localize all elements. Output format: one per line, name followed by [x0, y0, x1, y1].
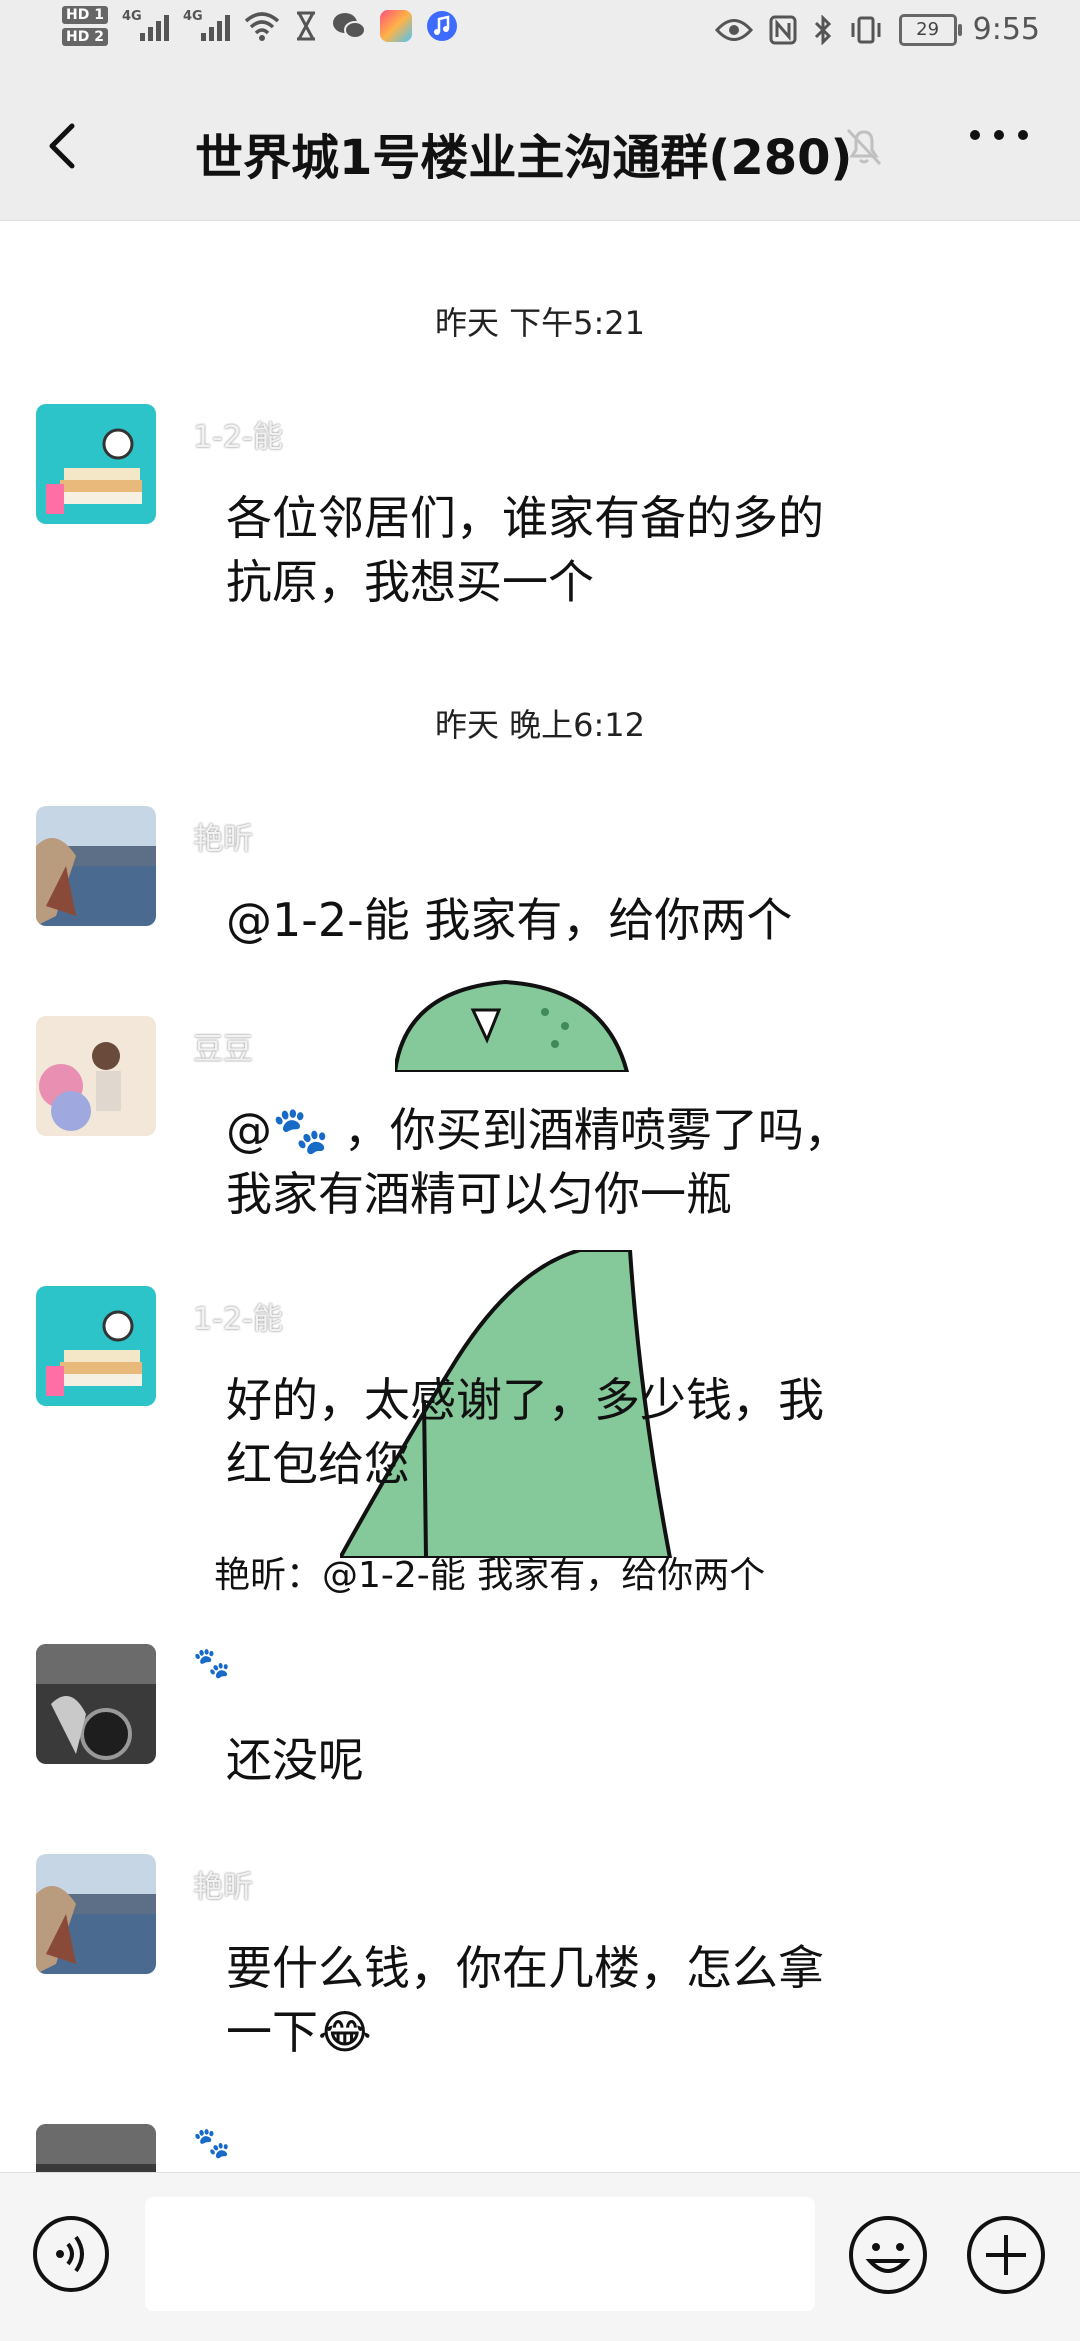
nfc-icon [769, 15, 797, 44]
vibrate-icon [851, 16, 881, 43]
message-input[interactable] [145, 2197, 815, 2311]
sticker-image [395, 980, 630, 1072]
sender-name: 🐾 [193, 2126, 231, 2161]
bluetooth-icon [814, 14, 831, 45]
sender-name: 豆豆 [193, 1032, 253, 1067]
message-text[interactable]: 抗原，我想买一个 [226, 550, 594, 614]
network-type-2: 4G [182, 9, 203, 24]
status-right: 29 9:55 [714, 12, 1040, 47]
message-text[interactable]: @🐾 ，你买到酒精喷雾了吗， [226, 1098, 850, 1162]
avatar[interactable] [36, 1854, 156, 1974]
message-text[interactable]: @1-2-能 我家有，给你两个 [226, 888, 792, 952]
status-bar: HD 1 HD 2 4G 4G 29 9:55 [0, 0, 1080, 72]
avatar[interactable] [36, 2124, 156, 2172]
chat-area[interactable]: 昨天 下午5:21 1-2-能 各位邻居们，谁家有备的多的 抗原，我想买一个 昨… [0, 220, 1080, 2172]
avatar[interactable] [36, 1016, 156, 1136]
avatar[interactable] [36, 1644, 156, 1764]
sim1-label: HD 1 [62, 6, 108, 24]
chat-header: 世界城1号楼业主沟通群(280) [0, 72, 1080, 221]
bell-muted-icon [846, 128, 882, 166]
status-left: HD 1 HD 2 4G 4G [62, 6, 458, 46]
sender-name: 🐾 [193, 1646, 231, 1681]
input-bar [0, 2172, 1080, 2341]
message-text[interactable]: 红包给您 [226, 1432, 410, 1496]
hourglass-icon [296, 11, 315, 41]
battery-icon: 29 [898, 13, 962, 46]
emoji-icon[interactable] [848, 2215, 928, 2295]
message-text[interactable]: 一下😂 [226, 2000, 372, 2064]
eye-icon [714, 18, 753, 41]
avatar[interactable] [36, 806, 156, 926]
signal-icon: 4G [121, 9, 169, 41]
sender-name: 艳昕 [193, 1870, 253, 1905]
message-text[interactable]: 我家有酒精可以匀你一瓶 [226, 1162, 732, 1226]
network-type-1: 4G [121, 9, 142, 24]
plus-icon[interactable] [966, 2215, 1046, 2295]
wifi-icon [244, 12, 280, 41]
message-text[interactable]: 各位邻居们，谁家有备的多的 [226, 486, 824, 550]
sim2-label: HD 2 [62, 28, 108, 46]
voice-icon[interactable] [32, 2215, 110, 2293]
sender-name: 艳昕 [193, 822, 253, 857]
avatar[interactable] [36, 404, 156, 524]
quoted-message[interactable]: 艳昕：@1-2-能 我家有，给你两个 [214, 1546, 765, 1598]
status-time: 9:55 [972, 12, 1040, 47]
wechat-icon [332, 13, 366, 39]
message-text[interactable]: 好的，太感谢了，多少钱，我 [226, 1368, 824, 1432]
sender-name: 1-2-能 [193, 420, 283, 455]
timestamp: 昨天 晚上6:12 [434, 706, 646, 744]
avatar[interactable] [36, 1286, 156, 1406]
chat-title: 世界城1号楼业主沟通群(280) [195, 130, 853, 186]
more-icon[interactable] [970, 130, 1028, 140]
back-arrow-icon[interactable] [38, 116, 98, 176]
timestamp: 昨天 下午5:21 [434, 304, 646, 342]
sender-name: 1-2-能 [193, 1302, 283, 1337]
signal-icon-2: 4G [182, 9, 230, 41]
music-icon [426, 11, 457, 41]
app-icon [379, 10, 412, 42]
sim-indicators: HD 1 HD 2 [62, 6, 108, 46]
message-text[interactable]: 还没呢 [226, 1728, 364, 1792]
message-text[interactable]: 要什么钱，你在几楼，怎么拿 [226, 1936, 824, 2000]
